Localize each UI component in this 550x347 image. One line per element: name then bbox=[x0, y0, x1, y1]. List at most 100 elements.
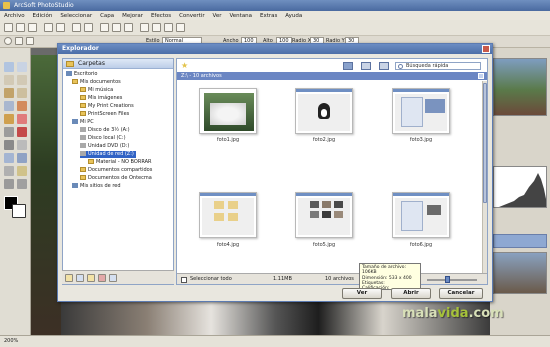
tree-item-mi-musica[interactable]: Mi música bbox=[80, 87, 113, 94]
menu-capa[interactable]: Capa bbox=[100, 13, 114, 19]
smudge-tool-icon[interactable] bbox=[17, 140, 27, 150]
view-mode-icon[interactable] bbox=[343, 62, 353, 70]
eraser-tool-icon[interactable] bbox=[17, 114, 27, 124]
brush-tool-icon[interactable] bbox=[4, 114, 14, 124]
menu-ventana[interactable]: Ventana bbox=[229, 13, 252, 19]
open-file-icon[interactable] bbox=[16, 23, 25, 32]
select-tool-icon[interactable] bbox=[4, 75, 14, 85]
thumbnail-foto2[interactable] bbox=[295, 88, 353, 134]
acquire-icon[interactable] bbox=[56, 23, 65, 32]
save-icon[interactable] bbox=[28, 23, 37, 32]
tree-item-mis-imagenes[interactable]: Mis imágenes bbox=[80, 95, 122, 102]
tree-item-mis-documentos[interactable]: Mis documentos bbox=[72, 79, 121, 86]
menu-edicion[interactable]: Edición bbox=[32, 13, 52, 19]
layer-item[interactable] bbox=[493, 234, 547, 248]
move-tool-icon[interactable] bbox=[4, 62, 14, 72]
toolbox bbox=[0, 48, 31, 335]
tree-item-mi-pc[interactable]: Mi PC bbox=[72, 119, 94, 126]
properties-icon[interactable] bbox=[109, 274, 117, 282]
view-button[interactable]: Ver bbox=[342, 288, 382, 299]
tree-item-disco-a[interactable]: Disco de 3½ (A:) bbox=[80, 127, 130, 134]
thumbnail-caption: foto4.jpg bbox=[216, 242, 240, 248]
redo-icon[interactable] bbox=[84, 23, 93, 32]
tree-item-red-z[interactable]: Unidad de red (Z:) bbox=[80, 151, 136, 158]
crop-tool-icon[interactable] bbox=[17, 88, 27, 98]
magic-wand-icon[interactable] bbox=[4, 88, 14, 98]
menu-bar: Archivo Edición Seleccionar Capa Mejorar… bbox=[0, 11, 550, 20]
line-tool-icon[interactable] bbox=[4, 166, 14, 176]
delete-folder-icon[interactable] bbox=[98, 274, 106, 282]
red-eye-icon[interactable] bbox=[17, 101, 27, 111]
tree-item-disco-c[interactable]: Disco local (C:) bbox=[80, 135, 126, 142]
tree-item-material[interactable]: Material - NO BORRAR bbox=[88, 159, 151, 166]
pencil-tool-icon[interactable] bbox=[17, 166, 27, 176]
print-icon[interactable] bbox=[44, 23, 53, 32]
star-icon[interactable]: ★ bbox=[181, 62, 189, 70]
crop-icon[interactable] bbox=[164, 23, 173, 32]
zoom-tool-icon[interactable] bbox=[4, 101, 14, 111]
cut-icon[interactable] bbox=[100, 23, 109, 32]
menu-seleccionar[interactable]: Seleccionar bbox=[60, 13, 92, 19]
tree-item-docs-ontecma[interactable]: Documentos de Ontecma bbox=[80, 175, 152, 182]
cancel-button[interactable]: Cancelar bbox=[439, 288, 483, 299]
shape-tool-icon[interactable] bbox=[17, 153, 27, 163]
filter-icon[interactable] bbox=[379, 62, 389, 70]
thumbnail-size-slider[interactable] bbox=[427, 279, 477, 281]
scrollbar-thumb[interactable] bbox=[483, 83, 487, 203]
thumbnail-foto6[interactable] bbox=[392, 192, 450, 238]
thumbnail-foto5[interactable] bbox=[295, 192, 353, 238]
sort-icon[interactable] bbox=[361, 62, 371, 70]
layer-thumbnail[interactable] bbox=[493, 252, 547, 294]
text-tool-icon[interactable] bbox=[4, 153, 14, 163]
lasso-tool-icon[interactable] bbox=[17, 75, 27, 85]
clone-tool-icon[interactable] bbox=[4, 127, 14, 137]
thumbnail-foto4[interactable] bbox=[199, 192, 257, 238]
thumbnail-foto1[interactable] bbox=[199, 88, 257, 134]
menu-mejorar[interactable]: Mejorar bbox=[122, 13, 143, 19]
tree-item-dvd-d[interactable]: Unidad DVD (D:) bbox=[80, 143, 129, 150]
open-button[interactable]: Abrir bbox=[391, 288, 431, 299]
refresh-icon[interactable] bbox=[76, 274, 84, 282]
folder-up-icon[interactable] bbox=[87, 274, 95, 282]
search-input[interactable]: Búsqueda rápida bbox=[395, 62, 481, 70]
search-icon bbox=[398, 64, 403, 69]
tree-item-printscreen-files[interactable]: PrintScreen Files bbox=[80, 111, 129, 118]
eyedropper-tool-icon[interactable] bbox=[4, 179, 14, 189]
lasso-select-icon[interactable] bbox=[26, 37, 34, 45]
close-icon[interactable] bbox=[482, 45, 490, 53]
thumbnail-foto3[interactable] bbox=[392, 88, 450, 134]
resize-icon[interactable] bbox=[176, 23, 185, 32]
tree-item-docs-compartidos[interactable]: Documentos compartidos bbox=[80, 167, 152, 174]
background-color-swatch[interactable] bbox=[12, 204, 26, 218]
tree-item-escritorio[interactable]: Escritorio bbox=[66, 71, 97, 78]
menu-archivo[interactable]: Archivo bbox=[4, 13, 25, 19]
tree-item-print-creations[interactable]: My Print Creations bbox=[80, 103, 134, 110]
select-all-checkbox[interactable]: Seleccionar todo bbox=[181, 276, 232, 283]
rect-select-icon[interactable] bbox=[15, 37, 23, 45]
folder-icon bbox=[80, 103, 86, 108]
zoom-icon[interactable] bbox=[140, 23, 149, 32]
new-folder-icon[interactable] bbox=[65, 274, 73, 282]
histogram-chart bbox=[499, 173, 546, 207]
menu-ver[interactable]: Ver bbox=[213, 13, 222, 19]
new-file-icon[interactable] bbox=[4, 23, 13, 32]
hand-tool-icon[interactable] bbox=[17, 62, 27, 72]
path-options-icon[interactable] bbox=[478, 73, 484, 79]
menu-ayuda[interactable]: Ayuda bbox=[285, 13, 302, 19]
status-bar: 200% bbox=[0, 335, 550, 347]
rotate-icon[interactable] bbox=[152, 23, 161, 32]
menu-efectos[interactable]: Efectos bbox=[151, 13, 171, 19]
menu-convertir[interactable]: Convertir bbox=[179, 13, 205, 19]
undo-icon[interactable] bbox=[72, 23, 81, 32]
paste-icon[interactable] bbox=[124, 23, 133, 32]
menu-extras[interactable]: Extras bbox=[260, 13, 277, 19]
slider-handle[interactable] bbox=[445, 276, 450, 283]
blur-tool-icon[interactable] bbox=[4, 140, 14, 150]
pan-tool-icon[interactable] bbox=[17, 179, 27, 189]
copy-icon[interactable] bbox=[112, 23, 121, 32]
navigator-thumbnail[interactable] bbox=[493, 58, 547, 116]
tree-item-sitios-red[interactable]: Mis sitios de red bbox=[72, 183, 121, 190]
ellipse-select-icon[interactable] bbox=[4, 37, 12, 45]
fill-tool-icon[interactable] bbox=[17, 127, 27, 137]
thumbnail-scrollbar[interactable] bbox=[482, 81, 487, 273]
